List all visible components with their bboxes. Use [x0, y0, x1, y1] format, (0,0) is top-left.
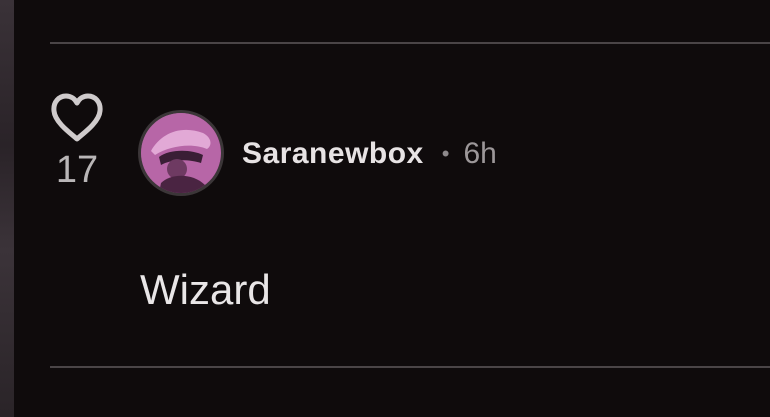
top-divider	[50, 42, 770, 44]
like-count: 17	[55, 149, 99, 191]
username[interactable]: Saranewbox	[242, 137, 424, 171]
avatar[interactable]	[138, 110, 224, 196]
comment-text: Wizard	[140, 266, 271, 313]
bottom-divider	[50, 366, 770, 368]
like-column: 17	[46, 92, 108, 190]
separator-dot: •	[441, 141, 450, 166]
avatar-image	[141, 113, 221, 193]
heart-icon[interactable]	[49, 92, 105, 144]
side-panel-edge	[0, 0, 14, 417]
comment-meta: Saranewbox • 6h	[242, 134, 497, 174]
timestamp: 6h	[463, 137, 497, 170]
